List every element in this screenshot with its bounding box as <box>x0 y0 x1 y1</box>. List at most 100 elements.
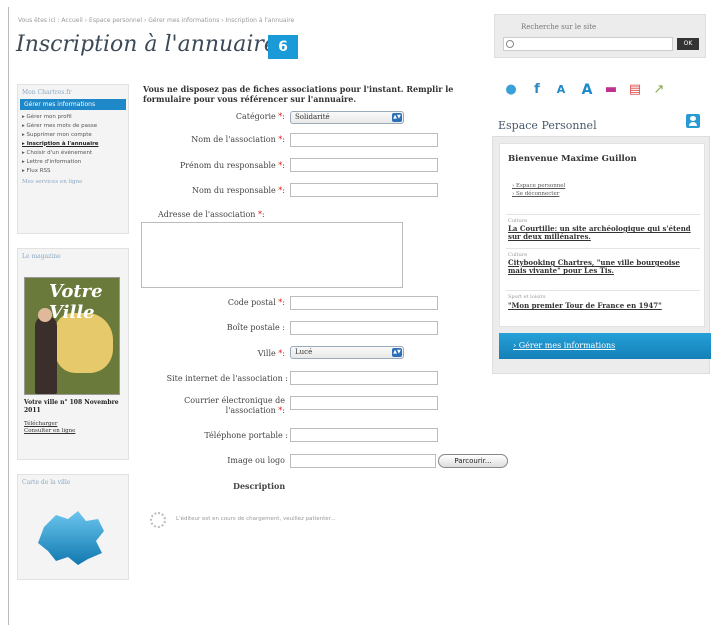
magazine-cover-title: Votre Ville <box>49 281 103 323</box>
first-name-label-text: Prénom du responsable <box>179 161 276 170</box>
article-link[interactable]: La Courtille: un site archéologique qui … <box>508 225 700 241</box>
sidebar-item-label: Choisir d'un évènement <box>26 149 93 156</box>
phone-field[interactable] <box>290 428 438 442</box>
decrease-font-icon[interactable]: A <box>553 82 569 98</box>
tools-bar: ● f A A ▬ ▤ ↗ <box>503 82 713 102</box>
download-link[interactable]: Télécharger <box>24 421 75 428</box>
globe-icon[interactable]: ● <box>503 82 519 98</box>
read-online-link[interactable]: Consulter en ligne <box>24 428 75 435</box>
first-name-label: Prénom du responsable *: <box>179 161 285 170</box>
sidebar-list: ▸ Gérer mon profil ▸ Gérer mes mots de p… <box>18 112 128 175</box>
region-map-box: Carte de la ville <box>17 474 129 580</box>
manage-info-button[interactable]: › Gérer mes informations <box>499 333 711 359</box>
personal-space-link[interactable]: › Espace personnel <box>512 182 565 190</box>
website-field[interactable] <box>290 371 438 385</box>
top-strip <box>0 0 714 7</box>
sidebar-item-label: Inscription à l'annuaire <box>26 140 99 147</box>
association-name-label-text: Nom de l'association <box>191 135 276 144</box>
personal-panel-inner: Bienvenue Maxime Guillon › Espace person… <box>499 143 705 327</box>
image-label: Image ou logo <box>227 456 285 465</box>
search-icon <box>506 40 514 48</box>
sidebar-item-passwords[interactable]: ▸ Gérer mes mots de passe <box>18 121 128 130</box>
article-link[interactable]: Citybooking Chartres, "une ville bourgeo… <box>508 259 700 275</box>
online-services-link[interactable]: Mes services en ligne <box>18 175 128 189</box>
logout-link-text: Se déconnecter <box>515 191 560 197</box>
article-link[interactable]: "Mon premier Tour de France en 1947" <box>508 302 700 310</box>
city-select-value: Lucé <box>295 348 313 356</box>
required-marker: * <box>278 349 283 358</box>
required-marker: * <box>278 112 283 121</box>
sidebar-item-label: Gérer mon profil <box>26 113 72 120</box>
required-marker: * <box>278 406 283 415</box>
sidebar-item-delete-account[interactable]: ▸ Supprimer mon compte <box>18 130 128 139</box>
website-label: Site internet de l'association : <box>166 374 288 383</box>
account-menu-title: Mon Chartres.fr <box>22 89 72 96</box>
sidebar-item-label: Flux RSS <box>26 167 51 174</box>
category-select[interactable]: Solidarité ▲▼ <box>290 111 404 124</box>
pdf-icon[interactable]: ▤ <box>627 82 643 98</box>
welcome-text: Bienvenue Maxime Guillon <box>508 154 637 164</box>
required-marker: * <box>278 161 283 170</box>
category-label: Catégorie *: <box>235 112 285 121</box>
personal-space-link-text: Espace personnel <box>515 183 566 189</box>
editor-loading-text: L'éditeur est en cours de chargement, ve… <box>176 516 336 522</box>
email-label-line2-wrap: l'association *: <box>225 406 285 415</box>
magazine-box-title: Le magazine <box>22 253 61 260</box>
account-links: › Espace personnel › Se déconnecter <box>512 182 565 198</box>
address-label-text: Adresse de l'association <box>158 210 256 219</box>
sidebar-item-rss[interactable]: ▸ Flux RSS <box>18 166 128 175</box>
sidebar-item-event[interactable]: ▸ Choisir d'un évènement <box>18 148 128 157</box>
form-intro: Vous ne disposez pas de fiches associati… <box>143 84 454 104</box>
espace-title: Espace Personnel <box>498 119 597 132</box>
phone-label: Téléphone portable : <box>204 431 288 440</box>
sidebar-item-directory[interactable]: ▸ Inscription à l'annuaire <box>18 139 128 148</box>
region-map-icon[interactable] <box>34 507 114 567</box>
search-label: Recherche sur le site <box>521 23 597 31</box>
chevron-down-icon: ▲▼ <box>392 348 402 357</box>
user-icon <box>686 114 700 128</box>
sidebar-item-label: Lettre d'information <box>26 158 82 165</box>
required-marker: * <box>278 186 283 195</box>
magazine-caption: Votre ville n° 108 Novembre 2011 <box>24 399 119 414</box>
personal-panel: Bienvenue Maxime Guillon › Espace person… <box>492 136 711 374</box>
breadcrumb[interactable]: Vous êtes ici : Accueil › Espace personn… <box>18 17 294 24</box>
image-file-field[interactable] <box>290 454 436 468</box>
email-label-line1: Courrier électronique de <box>184 396 285 405</box>
page-title: Inscription à l'annuaire <box>16 32 277 57</box>
share-icon[interactable]: ↗ <box>651 82 667 98</box>
email-field[interactable] <box>290 396 438 410</box>
first-name-field[interactable] <box>290 158 438 172</box>
last-name-field[interactable] <box>290 183 438 197</box>
manage-info-button-label: Gérer mes informations <box>518 341 616 350</box>
po-box-field[interactable] <box>290 321 438 335</box>
address-textarea[interactable] <box>141 222 403 288</box>
sidebar-item-manage-info[interactable]: Gérer mes informations <box>20 99 126 110</box>
category-label-text: Catégorie <box>235 112 276 121</box>
increase-font-icon[interactable]: A <box>579 82 595 98</box>
sidebar-item-newsletter[interactable]: ▸ Lettre d'information <box>18 157 128 166</box>
magazine-cover[interactable]: Votre Ville <box>24 277 120 395</box>
association-name-field[interactable] <box>290 133 438 147</box>
po-box-label: Boîte postale : <box>226 323 285 332</box>
divider <box>506 214 700 215</box>
city-select[interactable]: Lucé ▲▼ <box>290 346 404 359</box>
required-marker: * <box>278 298 283 307</box>
sidebar-item-label: Supprimer mon compte <box>26 131 92 138</box>
sidebar-item-profile[interactable]: ▸ Gérer mon profil <box>18 112 128 121</box>
loading-spinner-icon <box>150 512 166 528</box>
search-input[interactable] <box>503 37 673 51</box>
divider <box>506 248 700 249</box>
postal-code-field[interactable] <box>290 296 438 310</box>
sidebar-item-label: Gérer mes mots de passe <box>26 122 98 129</box>
article-category: Sport et loisirs <box>508 294 546 300</box>
browse-button[interactable]: Parcourir... <box>438 454 508 468</box>
print-icon[interactable]: ▬ <box>603 82 619 98</box>
logout-link[interactable]: › Se déconnecter <box>512 190 565 198</box>
facebook-icon[interactable]: f <box>529 82 545 98</box>
divider <box>506 290 700 291</box>
figure-number-badge: 6 <box>268 35 298 59</box>
association-name-label: Nom de l'association *: <box>191 135 285 144</box>
last-name-label-text: Nom du responsable <box>191 186 276 195</box>
postal-code-label-text: Code postal <box>227 298 276 307</box>
search-button[interactable]: OK <box>677 38 699 50</box>
